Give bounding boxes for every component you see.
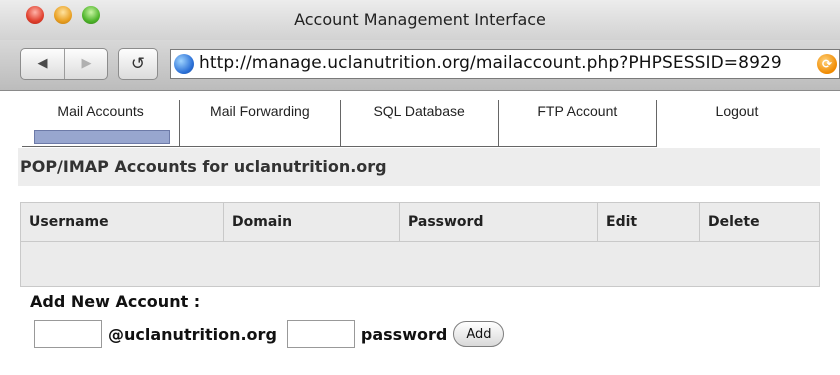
nav-tab-strip (340, 124, 498, 147)
accounts-table: Username Domain Password Edit Delete (20, 202, 820, 287)
column-header-delete: Delete (699, 202, 820, 242)
nav-tab-label[interactable]: Mail Forwarding (180, 100, 339, 124)
window-title: Account Management Interface (294, 10, 546, 29)
globe-icon (174, 54, 194, 74)
main-nav: Mail Accounts Mail Forwarding SQL Databa… (22, 100, 817, 147)
column-header-edit: Edit (597, 202, 700, 242)
empty-table-cell (20, 241, 820, 287)
url-text[interactable]: http://manage.uclanutrition.org/mailacco… (199, 53, 782, 73)
empty-table-row (20, 241, 820, 287)
nav-tab-label[interactable]: FTP Account (499, 100, 656, 124)
nav-tab-ftp-account[interactable]: FTP Account (498, 100, 657, 147)
add-account-form: @uclanutrition.org password Add (34, 318, 505, 350)
nav-tab-strip (180, 124, 340, 147)
column-header-username: Username (20, 202, 224, 242)
column-header-domain: Domain (223, 202, 400, 242)
nav-tab-logout[interactable]: Logout (656, 100, 817, 147)
address-bar[interactable]: http://manage.uclanutrition.org/mailacco… (170, 49, 840, 79)
reload-button[interactable]: ↺ (118, 48, 158, 80)
active-tab-indicator (34, 130, 170, 144)
nav-tab-label[interactable]: Mail Accounts (22, 100, 179, 124)
section-heading: POP/IMAP Accounts for uclanutrition.org (18, 148, 820, 186)
nav-tab-sql-database[interactable]: SQL Database (340, 100, 499, 147)
password-label: password (360, 324, 448, 344)
nav-tab-label[interactable]: SQL Database (341, 100, 498, 124)
new-username-input[interactable] (34, 320, 102, 348)
nav-tab-strip (657, 124, 817, 146)
add-account-title: Add New Account : (30, 292, 201, 311)
back-forward-control: ◀ ▶ (20, 48, 108, 80)
nav-tab-strip (22, 124, 180, 147)
table-header-row: Username Domain Password Edit Delete (20, 202, 820, 242)
nav-tab-mail-accounts[interactable]: Mail Accounts (22, 100, 181, 147)
forward-button[interactable]: ▶ (65, 49, 108, 79)
window-titlebar: Account Management Interface (0, 0, 840, 40)
nav-tab-mail-forwarding[interactable]: Mail Forwarding (179, 100, 341, 147)
nav-tab-label[interactable]: Logout (657, 100, 817, 124)
browser-toolbar: ◀ ▶ ↺ http://manage.uclanutrition.org/ma… (0, 40, 840, 91)
add-account-button[interactable]: Add (453, 321, 505, 347)
new-password-input[interactable] (286, 320, 355, 348)
refresh-feed-icon[interactable]: ⟳ (817, 54, 837, 74)
nav-tab-strip (498, 124, 656, 147)
column-header-password: Password (399, 202, 598, 242)
back-button[interactable]: ◀ (21, 49, 64, 79)
domain-suffix-label: @uclanutrition.org (108, 324, 277, 344)
